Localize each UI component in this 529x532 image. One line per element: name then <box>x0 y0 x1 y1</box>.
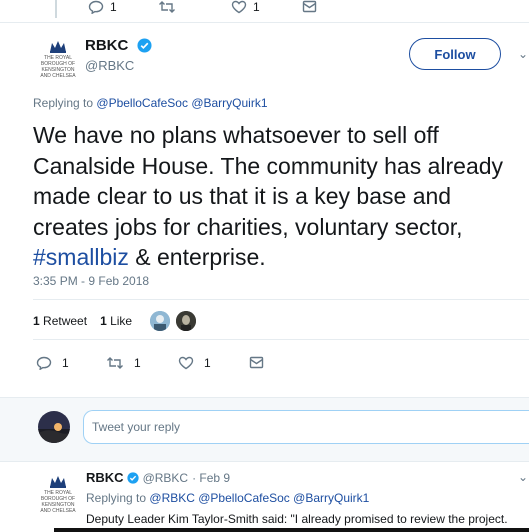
tweet-text-tail: & enterprise. <box>128 244 266 270</box>
replying-to-prefix: Replying to <box>33 96 94 110</box>
reply-action[interactable]: 1 <box>88 0 117 14</box>
rbkc-logo[interactable]: THE ROYAL BOROUGH OF KENSINGTON AND CHEL… <box>40 475 76 514</box>
author-handle[interactable]: @RBKC <box>85 58 134 73</box>
logo-text: THE ROYAL BOROUGH OF KENSINGTON AND CHEL… <box>40 490 76 514</box>
like-action[interactable]: 1 <box>231 0 260 14</box>
taskbar-edge <box>54 528 529 532</box>
dm-action[interactable] <box>249 356 264 370</box>
thread-line <box>55 0 57 18</box>
retweet-action[interactable]: 1 <box>106 356 141 370</box>
hashtag-link[interactable]: #smallbiz <box>33 244 129 270</box>
like-action[interactable]: 1 <box>178 356 211 370</box>
verified-badge-icon <box>137 38 152 53</box>
chevron-down-icon[interactable]: ⌄ <box>518 470 528 484</box>
mention-barryquirk1[interactable]: @BarryQuirk1 <box>191 96 267 110</box>
retweet-count: 1 <box>134 356 141 370</box>
tweet-text-line: made clear to us that it is a key base a… <box>33 183 452 209</box>
envelope-icon <box>302 0 317 13</box>
heart-icon <box>178 356 194 370</box>
retweet-action[interactable] <box>158 0 176 14</box>
author-name[interactable]: RBKC <box>85 37 128 54</box>
divider <box>33 339 529 340</box>
envelope-icon <box>249 356 264 369</box>
like-count: 1 <box>253 0 260 14</box>
chevron-down-icon[interactable]: ⌄ <box>518 47 528 61</box>
heart-icon <box>231 0 247 14</box>
tweet-text-line: Canalside House. The community has alrea… <box>33 152 504 179</box>
retweets-count: 1 <box>33 314 40 328</box>
retweet-icon <box>107 357 123 369</box>
replying-to: Replying to @PbelloCafeSoc @BarryQuirk1 <box>33 96 268 110</box>
reply-icon <box>88 0 104 14</box>
divider <box>33 299 529 300</box>
avatar-image <box>176 311 196 331</box>
crest-icon <box>50 476 66 488</box>
crest-icon <box>50 41 66 53</box>
like-count: 1 <box>204 356 211 370</box>
avatar-image <box>150 311 170 331</box>
reply-count: 1 <box>110 0 117 14</box>
retweets-label: Retweet <box>43 314 88 328</box>
retweets-stat[interactable]: 1 Retweet <box>33 314 87 328</box>
tweet-timestamp[interactable]: 3:35 PM - 9 Feb 2018 <box>33 274 149 288</box>
rbkc-logo[interactable]: THE ROYAL BOROUGH OF KENSINGTON AND CHEL… <box>40 40 76 79</box>
tweet-text-line: #smallbiz & enterprise. <box>33 242 529 273</box>
reply-tweet-text: Deputy Leader Kim Taylor-Smith said: "I … <box>86 512 508 526</box>
reply-tweet-header: RBKC @RBKC · Feb 9 <box>86 470 230 485</box>
likes-count: 1 <box>100 314 107 328</box>
verified-badge-icon <box>126 471 139 484</box>
author-name-row[interactable]: RBKC <box>85 37 152 55</box>
likes-stat[interactable]: 1 Like <box>100 314 132 328</box>
reply-count: 1 <box>62 356 69 370</box>
dm-action[interactable] <box>302 0 317 14</box>
author-name[interactable]: RBKC <box>86 470 124 485</box>
replying-to: Replying to @RBKC @PbelloCafeSoc @BarryQ… <box>86 491 369 505</box>
previous-tweet-actions: 1 1 <box>0 0 529 23</box>
tweet-text-line: creates jobs for charities, voluntary se… <box>33 213 463 240</box>
avatar-image <box>38 411 70 443</box>
author-handle[interactable]: @RBKC <box>143 471 189 485</box>
liker-avatar[interactable] <box>150 311 170 331</box>
reply-icon <box>36 356 52 370</box>
replying-to-prefix: Replying to <box>86 491 147 505</box>
tweet-stats: 1 Retweet 1 Like <box>33 314 132 328</box>
reply-input[interactable]: Tweet your reply <box>83 410 529 444</box>
tweet-text-line: We have no plans whatsoever to sell off <box>33 122 439 148</box>
mention-pbellocafesoc[interactable]: @PbelloCafeSoc <box>96 96 188 110</box>
reply-action[interactable]: 1 <box>36 356 69 370</box>
tweet-date[interactable]: · Feb 9 <box>192 471 230 485</box>
retweeter-avatar[interactable] <box>176 311 196 331</box>
logo-text: THE ROYAL BOROUGH OF KENSINGTON AND CHEL… <box>40 55 76 79</box>
tweet-text: We have no plans whatsoever to sell off … <box>33 120 529 273</box>
retweet-icon <box>159 1 175 13</box>
likes-label: Like <box>110 314 133 328</box>
user-avatar[interactable] <box>38 411 70 443</box>
follow-button[interactable]: Follow <box>409 38 501 70</box>
mentions[interactable]: @RBKC @PbelloCafeSoc @BarryQuirk1 <box>149 491 369 505</box>
